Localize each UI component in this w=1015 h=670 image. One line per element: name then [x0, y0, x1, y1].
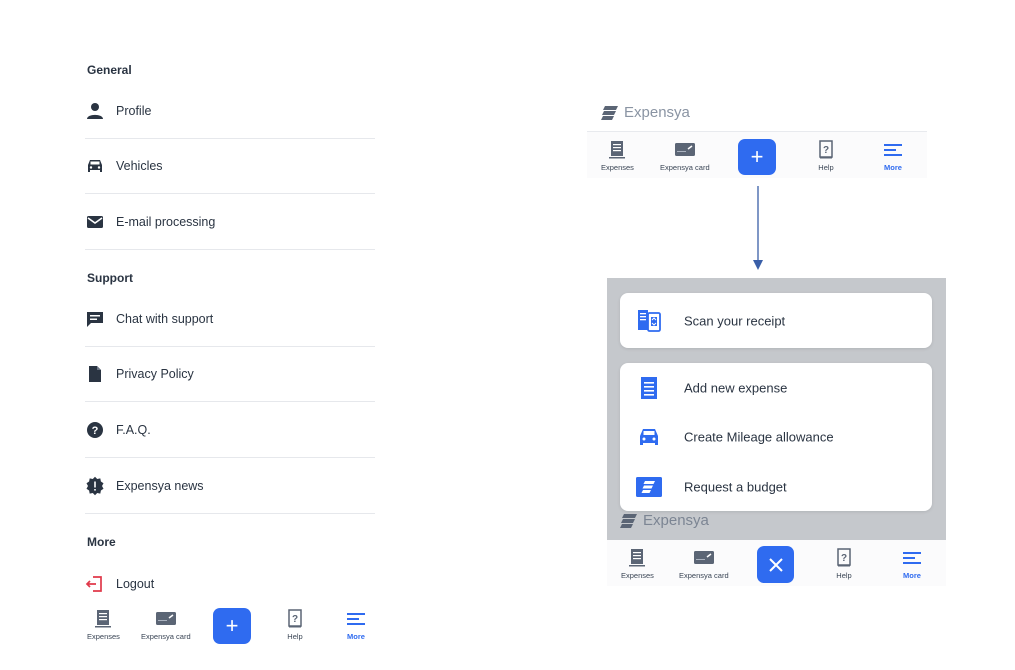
tab-label: Expenses: [621, 571, 654, 580]
menu-item-label: Profile: [116, 104, 152, 118]
brand-logo-bottom: Expensya: [620, 512, 709, 529]
tab-expensya-card[interactable]: Expensya card: [660, 140, 710, 172]
section-title-general: General: [87, 63, 132, 77]
brand-name: Expensya: [643, 512, 709, 529]
credit-card-icon: [674, 143, 695, 156]
menu-item-faq[interactable]: ? F.A.Q.: [85, 403, 375, 458]
section-title-more: More: [87, 535, 116, 549]
brand-name: Expensya: [624, 104, 690, 121]
action-label: Add new expense: [684, 380, 788, 395]
tab-expenses[interactable]: Expenses: [87, 609, 120, 641]
tab-expensya-card[interactable]: Expensya card: [679, 548, 729, 580]
menu-item-label: Privacy Policy: [116, 367, 194, 381]
tab-help[interactable]: ? Help: [815, 140, 837, 172]
brand-logo-top: Expensya: [601, 104, 690, 121]
add-fab-button[interactable]: +: [213, 608, 251, 644]
scan-card: Scan your receipt: [620, 293, 932, 348]
plus-icon: +: [225, 613, 239, 638]
menu-item-vehicles[interactable]: Vehicles: [85, 139, 375, 194]
expensya-logo-icon: [601, 105, 618, 120]
action-request-budget[interactable]: Request a budget: [620, 464, 932, 509]
action-scan-receipt[interactable]: Scan your receipt: [620, 298, 932, 343]
action-add-expense[interactable]: Add new expense: [620, 365, 932, 410]
help-book-icon: ?: [837, 548, 851, 567]
tab-expensya-card[interactable]: Expensya card: [141, 609, 191, 641]
tab-expenses[interactable]: Expenses: [601, 140, 634, 172]
expense-receipt-icon: [641, 376, 657, 399]
car-icon: [88, 160, 102, 172]
action-label: Create Mileage allowance: [684, 429, 834, 444]
news-badge-icon: [86, 476, 104, 496]
tab-label: Expensya card: [660, 163, 710, 172]
action-label: Request a budget: [684, 479, 787, 494]
svg-text:?: ?: [92, 425, 99, 437]
tab-label: More: [347, 632, 365, 641]
expensya-logo-icon: [620, 513, 637, 528]
action-sheet-overlay: Scan your receipt Add new expense Create…: [607, 278, 946, 540]
plus-icon: +: [750, 144, 764, 169]
menu-item-expensya-news[interactable]: Expensya news: [85, 459, 375, 514]
person-icon: [87, 103, 103, 119]
tab-label: Expensya card: [141, 632, 191, 641]
svg-text:?: ?: [823, 145, 829, 156]
scan-receipt-icon: [638, 309, 661, 332]
bottom-tab-bar-right-top: Expenses Expensya card + ? Help More: [587, 132, 927, 178]
close-icon: [768, 557, 783, 572]
tab-more[interactable]: More: [345, 609, 367, 641]
bottom-tab-bar-right-bottom: Expenses Expensya card ? Help More: [607, 540, 946, 586]
menu-lines-icon: [903, 552, 921, 564]
logout-icon: [85, 575, 102, 592]
menu-item-privacy-policy[interactable]: Privacy Policy: [85, 347, 375, 402]
tab-help[interactable]: ? Help: [284, 609, 306, 641]
svg-text:?: ?: [292, 614, 298, 625]
menu-item-chat-support[interactable]: Chat with support: [85, 292, 375, 347]
tab-label: More: [884, 163, 902, 172]
receipt-icon: [629, 549, 646, 567]
menu-item-label: Logout: [116, 576, 155, 591]
menu-item-label: F.A.Q.: [116, 423, 151, 437]
tab-label: Expenses: [601, 163, 634, 172]
receipt-icon: [609, 141, 626, 159]
car-icon: [640, 428, 658, 445]
credit-card-icon: [155, 612, 176, 625]
svg-text:?: ?: [841, 553, 847, 564]
close-fab-button[interactable]: [757, 546, 794, 583]
menu-item-email-processing[interactable]: E-mail processing: [85, 195, 375, 250]
flow-arrow-icon: [753, 186, 763, 270]
menu-item-label: Vehicles: [116, 159, 163, 173]
menu-item-label: E-mail processing: [116, 215, 216, 229]
menu-item-label: Chat with support: [116, 312, 214, 326]
mail-icon: [87, 216, 103, 228]
tab-label: Expensya card: [679, 571, 729, 580]
tab-label: Help: [287, 632, 303, 641]
menu-lines-icon: [347, 613, 365, 625]
add-fab-button[interactable]: +: [738, 139, 776, 175]
menu-item-label: Expensya news: [116, 479, 204, 493]
tab-more[interactable]: More: [882, 140, 904, 172]
menu-lines-icon: [884, 144, 902, 156]
menu-item-logout[interactable]: Logout: [85, 556, 375, 611]
tab-label: Help: [836, 571, 852, 580]
tab-label: Help: [818, 163, 834, 172]
bottom-tab-bar-left: Expenses Expensya card + ? Help More: [75, 604, 381, 646]
action-label: Scan your receipt: [684, 313, 786, 328]
menu-item-profile[interactable]: Profile: [85, 84, 375, 139]
section-title-support: Support: [87, 271, 133, 285]
receipt-icon: [95, 610, 112, 628]
tab-more[interactable]: More: [901, 548, 923, 580]
actions-card: Add new expense Create Mileage allowance…: [620, 363, 932, 511]
tab-help[interactable]: ? Help: [833, 548, 855, 580]
tab-label: More: [903, 571, 921, 580]
credit-card-icon: [693, 551, 714, 564]
question-circle-icon: ?: [87, 422, 103, 438]
tab-expenses[interactable]: Expenses: [621, 548, 654, 580]
tab-label: Expenses: [87, 632, 120, 641]
budget-logo-icon: [636, 476, 662, 497]
help-book-icon: ?: [288, 609, 302, 628]
document-icon: [89, 366, 101, 382]
chat-icon: [87, 312, 103, 327]
help-book-icon: ?: [819, 140, 833, 159]
action-create-mileage[interactable]: Create Mileage allowance: [620, 414, 932, 459]
